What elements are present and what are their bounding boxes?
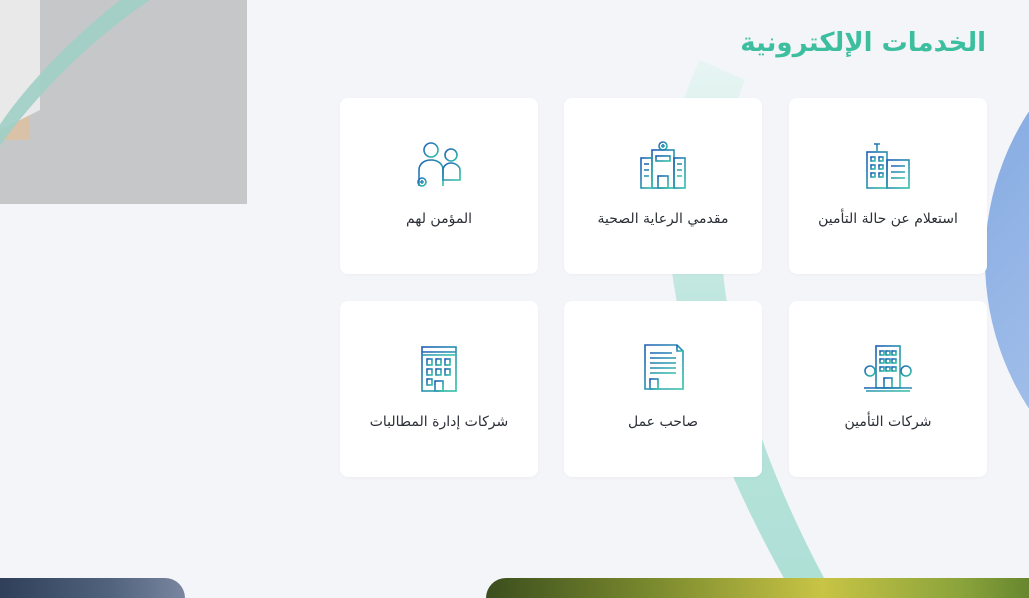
bottom-photo-left — [0, 578, 185, 598]
service-card-insurance-companies[interactable]: شركات التأمين — [789, 301, 987, 477]
service-card-claims-companies[interactable]: شركات إدارة المطالبات — [340, 301, 538, 477]
service-label: شركات التأمين — [844, 414, 932, 430]
service-label: صاحب عمل — [627, 414, 699, 430]
insured-people-icon — [417, 142, 461, 187]
service-card-insurance-status[interactable]: استعلام عن حالة التأمين — [789, 98, 987, 274]
service-card-employer[interactable]: صاحب عمل — [564, 301, 762, 477]
section-title: الخدمات الإلكترونية — [740, 28, 986, 58]
insurance-company-icon — [864, 345, 912, 392]
service-label: استعلام عن حالة التأمين — [818, 211, 958, 227]
claims-company-building-icon — [421, 346, 457, 392]
header-photo — [0, 0, 247, 204]
employer-document-icon — [639, 344, 687, 392]
bottom-photo-right — [486, 578, 1029, 598]
service-card-healthcare-providers[interactable]: مقدمي الرعاية الصحية — [564, 98, 762, 274]
service-card-insured[interactable]: المؤمن لهم — [340, 98, 538, 274]
service-label: شركات إدارة المطالبات — [369, 414, 509, 430]
insurance-building-icon — [865, 143, 911, 189]
service-label: المؤمن لهم — [405, 211, 473, 227]
service-label: مقدمي الرعاية الصحية — [597, 211, 729, 227]
services-grid: استعلام عن حالة التأمين مقدمي الرعاية ال… — [340, 98, 987, 478]
hospital-icon — [639, 141, 687, 189]
